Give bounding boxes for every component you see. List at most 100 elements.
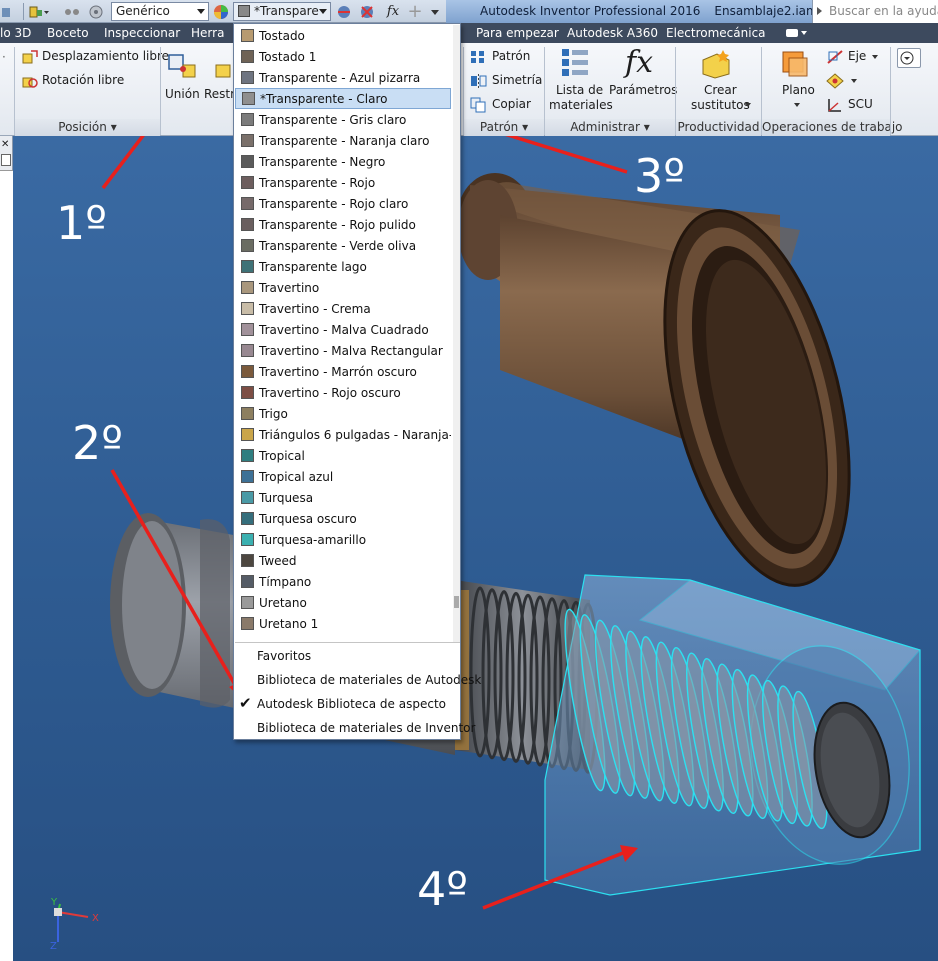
parameters-button[interactable]: fx Parámetros bbox=[607, 45, 677, 117]
appearance-item-label: Travertino - Marrón oscuro bbox=[259, 364, 417, 379]
model-browser-edge[interactable]: ✕ bbox=[0, 136, 13, 961]
appearance-item[interactable]: Transparente - Gris claro bbox=[235, 109, 451, 130]
appearance-item[interactable]: Travertino - Rojo oscuro bbox=[235, 382, 451, 403]
appearance-item-label: Tostado 1 bbox=[259, 49, 317, 64]
fx-icon[interactable]: f𝑥 bbox=[384, 2, 402, 21]
appearance-item-label: Transparente lago bbox=[259, 259, 367, 274]
pattern-button[interactable]: Patrón bbox=[470, 48, 540, 66]
join-label: Unión bbox=[165, 87, 200, 101]
point-button[interactable] bbox=[826, 72, 866, 90]
bronze-bushing[interactable] bbox=[457, 173, 883, 604]
appearance-item[interactable]: Transparente - Azul pizarra bbox=[235, 67, 451, 88]
appearance-item[interactable]: Travertino - Crema bbox=[235, 298, 451, 319]
bom-button[interactable]: Lista de materiales bbox=[548, 45, 613, 117]
appearance-item[interactable]: Turquesa bbox=[235, 487, 451, 508]
tab-a360[interactable]: Autodesk A360 bbox=[567, 25, 658, 41]
add-icon[interactable]: + bbox=[406, 1, 424, 22]
free-move-button[interactable]: Desplazamiento libre bbox=[21, 48, 169, 66]
transparent-nut[interactable] bbox=[544, 574, 926, 896]
group-title-pattern[interactable]: Patrón ▾ bbox=[464, 119, 544, 136]
appearance-item[interactable]: Transparente - Naranja claro bbox=[235, 130, 451, 151]
measure-icon[interactable] bbox=[63, 2, 81, 21]
color-wheel-icon[interactable] bbox=[212, 2, 230, 21]
tab-sketch[interactable]: Boceto bbox=[47, 25, 89, 41]
appearance-item[interactable]: Tostado 1 bbox=[235, 46, 451, 67]
scrollbar-thumb[interactable] bbox=[454, 596, 459, 608]
axis-button[interactable]: Eje bbox=[826, 48, 886, 66]
style-combo[interactable]: Genérico bbox=[111, 2, 209, 21]
close-icon[interactable]: ✕ bbox=[1, 140, 11, 150]
tab-get-started[interactable]: Para empezar bbox=[476, 25, 559, 41]
appearance-item[interactable]: Transparente - Verde oliva bbox=[235, 235, 451, 256]
select-icon[interactable] bbox=[28, 2, 50, 21]
expand-icon[interactable] bbox=[817, 7, 822, 15]
tab-model-3d[interactable]: lo 3D bbox=[0, 25, 31, 41]
clear-appearance-icon[interactable] bbox=[358, 2, 376, 21]
ucs-button[interactable]: SCU bbox=[826, 96, 886, 114]
appearance-scrollbar[interactable] bbox=[453, 25, 460, 642]
appearance-item[interactable]: Travertino - Malva Cuadrado bbox=[235, 319, 451, 340]
help-search-input[interactable]: Buscar en la ayuda y bbox=[812, 0, 938, 23]
group-title-manage[interactable]: Administrar ▾ bbox=[545, 119, 675, 136]
settings-gear-icon[interactable] bbox=[87, 2, 105, 21]
appearance-item[interactable]: Tropical bbox=[235, 445, 451, 466]
appearance-item[interactable]: Travertino bbox=[235, 277, 451, 298]
axis-dropdown-icon[interactable] bbox=[872, 55, 878, 59]
ribbon-panel: · Desplazamiento libre Rotación libre Po… bbox=[0, 43, 938, 136]
appearance-swatch-icon bbox=[241, 260, 254, 273]
customize-dropdown-icon[interactable] bbox=[428, 2, 442, 21]
appearance-item[interactable]: Turquesa oscuro bbox=[235, 508, 451, 529]
browser-tab-icon[interactable] bbox=[1, 154, 11, 166]
point-dropdown-icon[interactable] bbox=[851, 79, 857, 83]
appearance-item-label: Turquesa bbox=[259, 490, 314, 505]
appearance-item[interactable]: Tímpano bbox=[235, 571, 451, 592]
save-icon[interactable] bbox=[2, 2, 12, 21]
library-item[interactable]: ✔ Autodesk Biblioteca de aspecto bbox=[235, 692, 460, 716]
more-dropdown-icon bbox=[900, 51, 914, 65]
appearance-combo[interactable]: *Transpare bbox=[233, 2, 331, 21]
appearance-item[interactable]: Transparente - Rojo pulido bbox=[235, 214, 451, 235]
appearance-item[interactable]: Travertino - Marrón oscuro bbox=[235, 361, 451, 382]
appearance-item[interactable]: Turquesa-amarillo bbox=[235, 529, 451, 550]
ribbon-more-button[interactable] bbox=[897, 48, 921, 68]
plane-button[interactable]: Plano bbox=[774, 45, 820, 117]
join-button[interactable]: Unión bbox=[164, 47, 204, 109]
appearance-item[interactable]: Tropical azul bbox=[235, 466, 451, 487]
appearance-item[interactable]: Triángulos 6 pulgadas - Naranja-ama bbox=[235, 424, 451, 445]
appearance-item[interactable]: Uretano bbox=[235, 592, 451, 613]
work-features-title: Operaciones de trabajo bbox=[762, 120, 903, 134]
create-substitutes-button[interactable]: Crear sustitutos bbox=[681, 45, 757, 117]
library-item[interactable]: Favoritos bbox=[235, 644, 460, 668]
appearance-item[interactable]: Uretano 1 bbox=[235, 613, 451, 634]
appearance-swatch-icon bbox=[241, 512, 254, 525]
library-item[interactable]: Biblioteca de materiales de Autodesk bbox=[235, 668, 481, 692]
appearance-item[interactable]: *Transparente - Claro bbox=[235, 88, 451, 109]
mirror-button[interactable]: Simetría bbox=[470, 72, 542, 90]
substitutes-dropdown-icon[interactable] bbox=[745, 103, 751, 107]
graphics-viewport[interactable]: Y X Z bbox=[13, 4, 938, 961]
appearance-dropdown: Tostado Tostado 1 Transparente - Azul piza… bbox=[233, 23, 481, 740]
constrain-button[interactable]: Restri bbox=[204, 47, 238, 109]
adjust-appearance-icon[interactable] bbox=[335, 2, 353, 21]
appearance-item[interactable]: Tostado bbox=[235, 25, 451, 46]
plane-dropdown-icon[interactable] bbox=[794, 103, 800, 107]
appearance-item[interactable]: Travertino - Malva Rectangular bbox=[235, 340, 451, 361]
fx-label: f𝑥 bbox=[386, 4, 400, 19]
tab-electromechanical[interactable]: Electromecánica bbox=[666, 25, 766, 41]
appearance-item[interactable]: Transparente lago bbox=[235, 256, 451, 277]
browser-panel bbox=[0, 170, 13, 961]
copy-button[interactable]: Copiar bbox=[470, 96, 540, 114]
free-rotate-icon bbox=[22, 77, 38, 88]
group-title-position[interactable]: Posición ▾ bbox=[15, 119, 160, 136]
tab-tools[interactable]: Herra bbox=[191, 25, 224, 41]
appearance-item[interactable]: Transparente - Rojo bbox=[235, 172, 451, 193]
tab-options-icon[interactable] bbox=[784, 26, 808, 44]
appearance-item[interactable]: Transparente - Negro bbox=[235, 151, 451, 172]
tab-inspect[interactable]: Inspeccionar bbox=[104, 25, 180, 41]
appearance-swatch-icon bbox=[241, 428, 254, 441]
free-rotate-button[interactable]: Rotación libre bbox=[21, 72, 161, 90]
library-item[interactable]: Biblioteca de materiales de Inventor bbox=[235, 716, 475, 740]
appearance-item[interactable]: Tweed bbox=[235, 550, 451, 571]
appearance-item[interactable]: Trigo bbox=[235, 403, 451, 424]
appearance-item[interactable]: Transparente - Rojo claro bbox=[235, 193, 451, 214]
